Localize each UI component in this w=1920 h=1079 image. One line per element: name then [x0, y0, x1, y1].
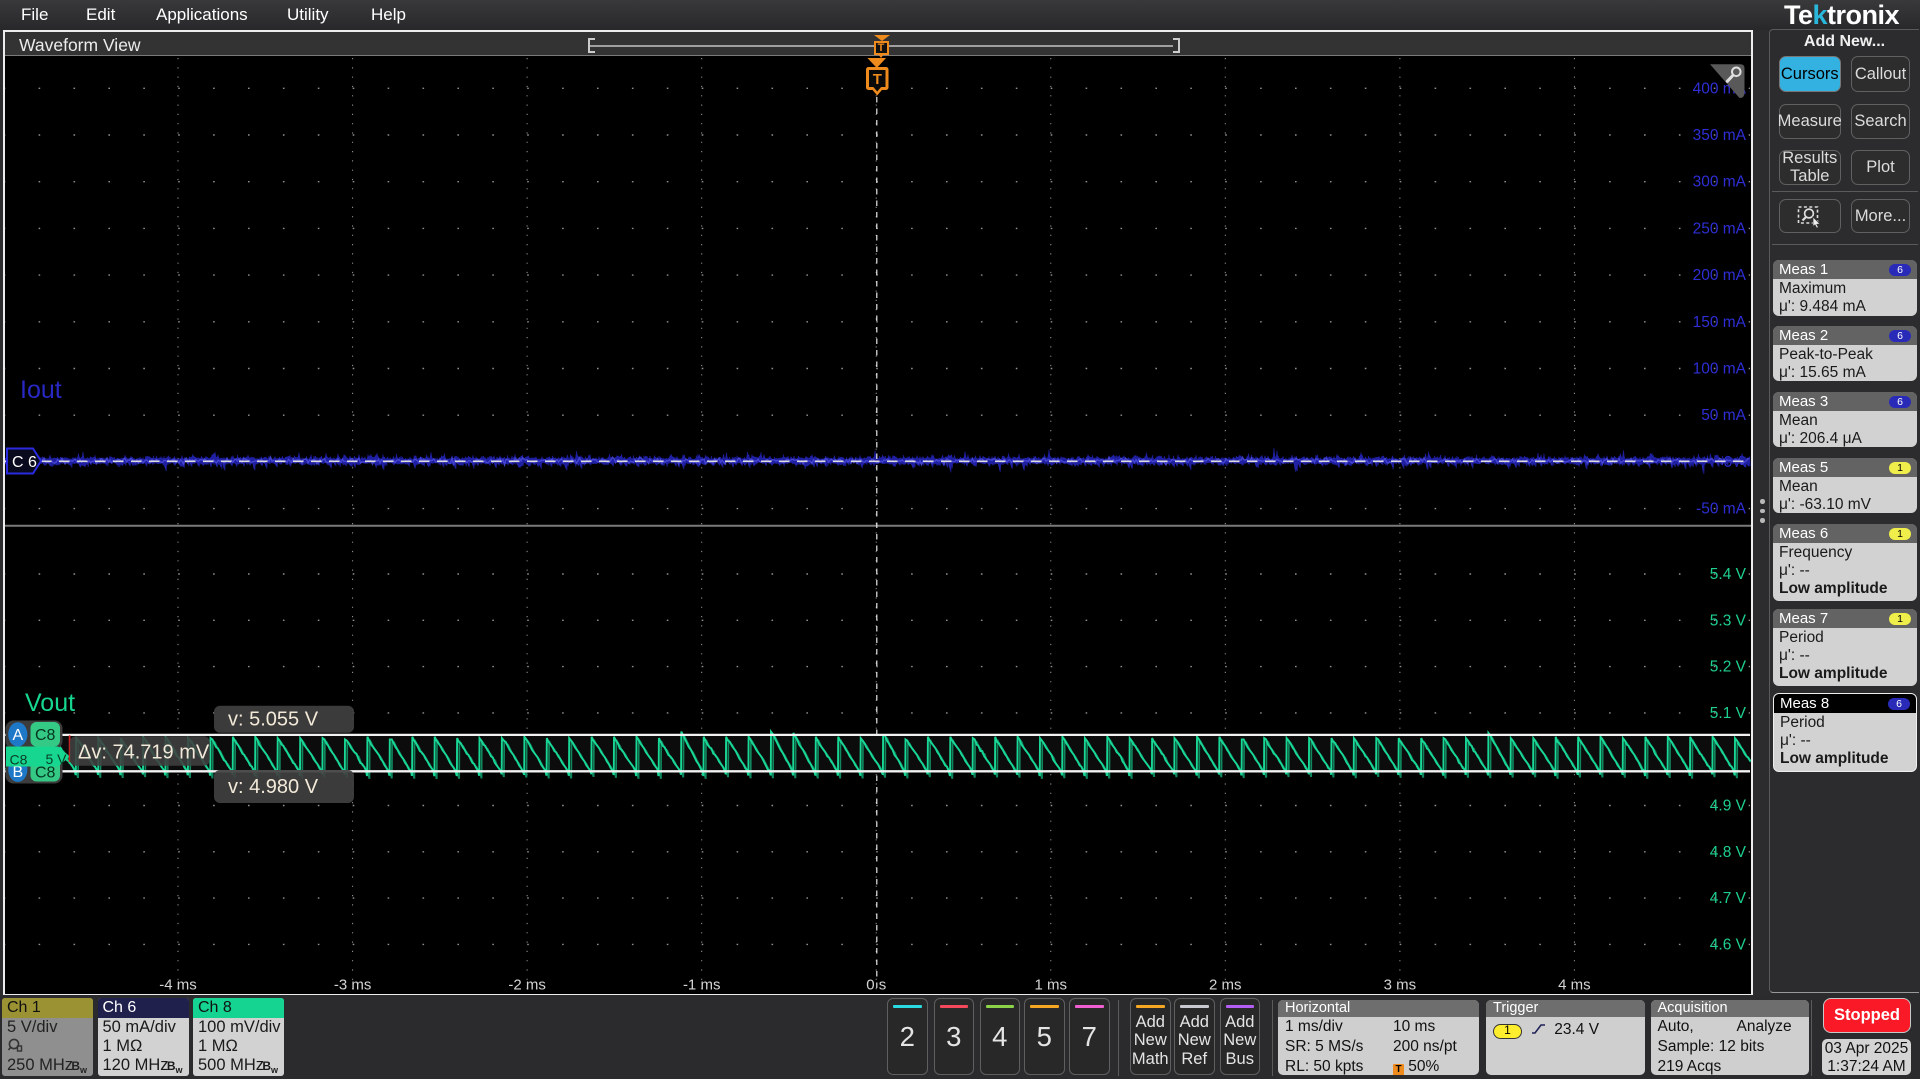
svg-text:5.2 V: 5.2 V	[1710, 658, 1747, 675]
svg-text:v: 5.055 V: v: 5.055 V	[228, 708, 319, 730]
svg-text:5.3 V: 5.3 V	[1710, 612, 1747, 629]
svg-text:2 ms: 2 ms	[1209, 976, 1242, 993]
svg-text:4.6 V: 4.6 V	[1710, 936, 1747, 953]
svg-text:-4 ms: -4 ms	[159, 976, 197, 993]
svg-text:-2 ms: -2 ms	[508, 976, 546, 993]
svg-text:-1 ms: -1 ms	[683, 976, 721, 993]
svg-text:A: A	[12, 727, 23, 744]
svg-text:250 mA: 250 mA	[1693, 220, 1747, 237]
svg-text:4.9 V: 4.9 V	[1710, 797, 1747, 814]
svg-text:C8: C8	[35, 726, 56, 743]
svg-text:Iout: Iout	[20, 376, 62, 404]
svg-text:5 V: 5 V	[46, 751, 68, 767]
svg-text:5.4 V: 5.4 V	[1710, 566, 1747, 583]
svg-text:3 ms: 3 ms	[1384, 976, 1417, 993]
svg-text:4.7 V: 4.7 V	[1710, 890, 1747, 907]
svg-text:350 mA: 350 mA	[1693, 127, 1747, 144]
svg-text:C8: C8	[10, 751, 28, 767]
svg-text:100 mA: 100 mA	[1693, 360, 1747, 377]
svg-text:4.8 V: 4.8 V	[1710, 843, 1747, 860]
svg-text:C8: C8	[35, 764, 56, 781]
svg-text:-50 mA: -50 mA	[1696, 500, 1747, 517]
svg-text:5.1 V: 5.1 V	[1710, 704, 1747, 721]
svg-text:C 6: C 6	[12, 454, 37, 471]
svg-text:-3 ms: -3 ms	[334, 976, 372, 993]
svg-text:200 mA: 200 mA	[1693, 267, 1747, 284]
svg-text:v: 4.980 V: v: 4.980 V	[228, 776, 319, 798]
svg-text:T: T	[873, 71, 882, 88]
svg-text:150 mA: 150 mA	[1693, 313, 1747, 330]
svg-text:50 mA: 50 mA	[1701, 407, 1746, 424]
svg-text:300 mA: 300 mA	[1693, 173, 1747, 190]
svg-text:1 ms: 1 ms	[1035, 976, 1068, 993]
svg-text:Δv: 74.719 mV: Δv: 74.719 mV	[78, 741, 210, 763]
svg-text:Vout: Vout	[25, 689, 75, 717]
svg-text:4 ms: 4 ms	[1558, 976, 1591, 993]
